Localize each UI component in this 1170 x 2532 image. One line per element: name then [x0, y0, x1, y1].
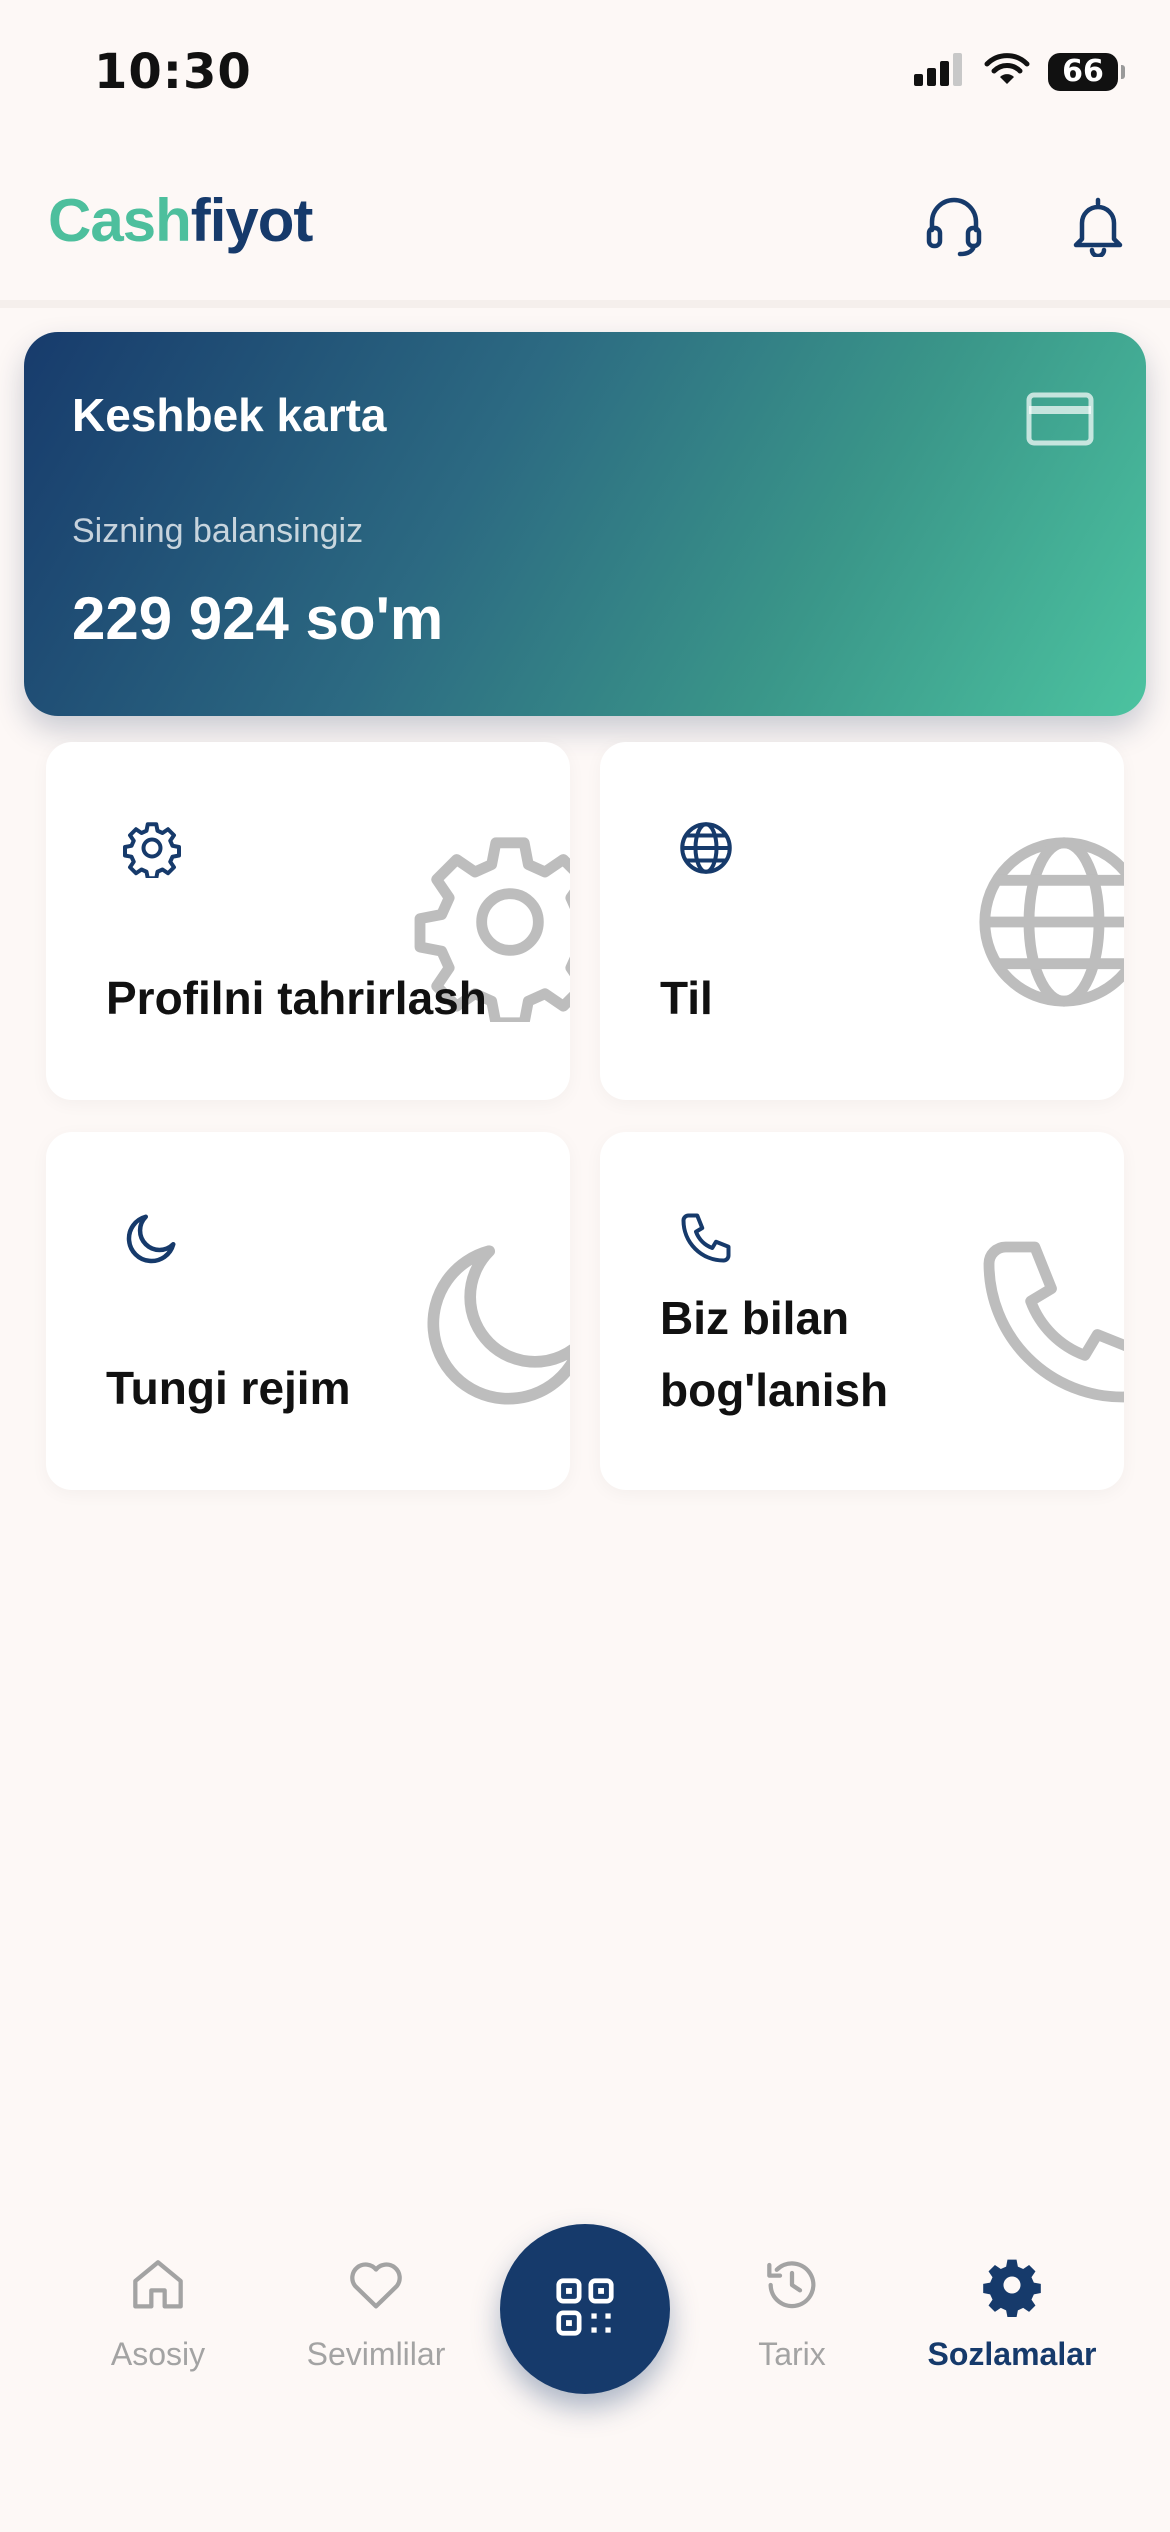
gear-icon	[122, 818, 182, 881]
phone-icon	[676, 1208, 736, 1268]
notifications-button[interactable]	[1060, 190, 1136, 266]
logo-part-cash: Cash	[48, 187, 192, 254]
wifi-icon	[984, 52, 1030, 91]
nav-label: Tarix	[758, 2336, 826, 2372]
qr-code-icon	[550, 2272, 620, 2347]
tile-label: Tungi rejim	[106, 1362, 351, 1414]
nav-history[interactable]: Tarix	[692, 2250, 892, 2373]
nav-label: Sevimlilar	[306, 2336, 446, 2372]
tile-edit-profile[interactable]: Profilni tahrirlash	[46, 742, 570, 1100]
nav-label: Sozlamalar	[927, 2336, 1097, 2372]
status-time: 10:30	[94, 44, 252, 100]
battery-level: 66	[1062, 54, 1104, 89]
tile-label: Biz bilan bog'lanish	[660, 1282, 888, 1426]
nav-favorites[interactable]: Sevimlilar	[276, 2250, 476, 2373]
tile-label: Profilni tahrirlash	[106, 972, 487, 1024]
support-button[interactable]	[916, 190, 992, 266]
gear-icon	[912, 2250, 1112, 2320]
credit-card-icon	[1026, 392, 1094, 451]
globe-icon	[676, 818, 736, 878]
nav-label: Asosiy	[110, 2336, 206, 2372]
tile-label: Til	[660, 972, 713, 1024]
tile-label-line2: bog'lanish	[660, 1364, 889, 1416]
status-icons: 66	[914, 52, 1125, 91]
headset-icon	[924, 194, 984, 263]
app-header: Cashfiyot	[0, 160, 1170, 300]
tile-language[interactable]: Til	[600, 742, 1124, 1100]
moon-icon	[122, 1208, 182, 1268]
globe-watermark-icon	[964, 822, 1124, 1022]
settings-screen: 10:30 66 Cashfiyot Keshbek karta Sizning…	[0, 0, 1170, 2532]
header-divider	[0, 300, 1170, 308]
history-icon	[692, 2250, 892, 2320]
heart-icon	[276, 2250, 476, 2320]
bottom-nav: Asosiy Sevimlilar Tarix Sozlamalar	[0, 2200, 1170, 2420]
battery-indicator: 66	[1048, 52, 1125, 91]
qr-scan-button[interactable]	[500, 2224, 670, 2394]
phone-watermark-icon	[964, 1222, 1124, 1422]
signal-icon	[914, 52, 966, 91]
moon-watermark-icon	[410, 1222, 570, 1422]
app-logo: Cashfiyot	[48, 186, 314, 255]
cashback-card[interactable]: Keshbek karta Sizning balansingiz 229 92…	[24, 332, 1146, 716]
tile-label-line1: Biz bilan	[660, 1292, 850, 1344]
tile-contact-us[interactable]: Biz bilan bog'lanish	[600, 1132, 1124, 1490]
status-bar: 10:30 66	[0, 0, 1170, 140]
balance-label: Sizning balansingiz	[72, 512, 364, 550]
balance-value: 229 924 so'm	[72, 585, 444, 652]
card-title: Keshbek karta	[72, 389, 387, 441]
home-icon	[58, 2250, 258, 2320]
bell-icon	[1070, 195, 1126, 262]
logo-part-fiyot: fiyot	[190, 187, 314, 254]
nav-home[interactable]: Asosiy	[58, 2250, 258, 2373]
tile-night-mode[interactable]: Tungi rejim	[46, 1132, 570, 1490]
nav-settings[interactable]: Sozlamalar	[912, 2250, 1112, 2373]
